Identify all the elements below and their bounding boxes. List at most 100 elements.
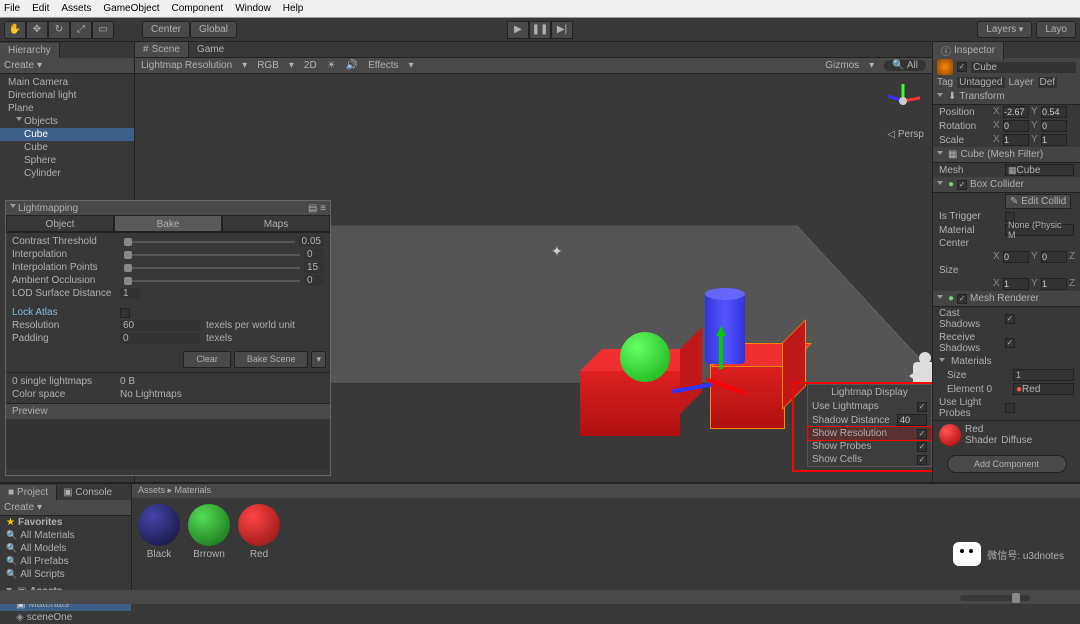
hierarchy-item[interactable]: Plane [0,102,134,115]
audio-toggle[interactable]: 🔊 [346,60,358,71]
interp-slider[interactable] [124,254,300,256]
preview-header[interactable]: Preview [6,403,330,419]
maps-tab[interactable]: Maps [222,215,330,232]
bake-tab[interactable]: Bake [114,215,222,232]
y-axis-gizmo[interactable] [719,329,723,369]
fav-item[interactable]: All Scripts [20,569,64,580]
menu-assets[interactable]: Assets [61,3,91,14]
object-tab[interactable]: Object [6,215,114,232]
game-tab[interactable]: Game [189,42,232,57]
layers-dropdown[interactable]: Layers ▾ [977,21,1032,38]
render-mode-dropdown[interactable]: Lightmap Resolution [141,60,232,71]
boxcollider-header[interactable]: ● ✓Box Collider [933,177,1080,193]
menu-edit[interactable]: Edit [32,3,49,14]
material-item[interactable]: Red [238,504,280,560]
rot-y[interactable] [1041,120,1067,132]
inspector-tab[interactable]: ⓘ Inspector [933,42,1004,60]
lock-atlas-checkbox[interactable] [120,308,130,318]
mesh-field[interactable]: ▦ Cube [1005,164,1074,176]
move-tool[interactable]: ✥ [26,21,48,39]
step-button[interactable]: ▶| [551,21,573,39]
scale-x[interactable] [1003,134,1029,146]
hierarchy-item[interactable]: Directional light [0,89,134,102]
effects-dropdown[interactable]: Effects [368,60,398,71]
folder-item[interactable]: sceneOne [27,612,73,623]
ao-slider[interactable] [124,280,300,282]
hierarchy-item[interactable]: Main Camera [0,76,134,89]
scale-y[interactable] [1041,134,1067,146]
object-name-field[interactable]: Cube [971,62,1076,73]
console-tab[interactable]: ▣ Console [57,485,118,500]
meshrenderer-header[interactable]: ● ✓Mesh Renderer [933,291,1080,307]
castshadows-checkbox[interactable]: ✓ [1005,314,1015,324]
fav-item[interactable]: All Materials [20,530,74,541]
show-probes-checkbox[interactable]: ✓ [917,442,927,452]
hierarchy-item[interactable]: Cylinder [0,167,134,180]
layout-dropdown[interactable]: Layo [1036,21,1076,38]
hierarchy-item[interactable]: Sphere [0,154,134,167]
material-item[interactable]: Brrown [188,504,230,560]
2d-toggle[interactable]: 2D [304,60,317,71]
scale-tool[interactable]: ⤢ [70,21,92,39]
shadow-distance-field[interactable] [897,414,927,426]
thumbnail-size-slider[interactable] [960,595,1030,601]
hierarchy-item[interactable]: Cube [0,128,134,141]
contrast-slider[interactable] [124,241,295,243]
center-x[interactable] [1003,251,1029,263]
fav-item[interactable]: All Prefabs [20,556,68,567]
transform-header[interactable]: ⬇ Transform [933,89,1080,105]
hierarchy-item[interactable]: Cube [0,141,134,154]
rgb-dropdown[interactable]: RGB [257,60,279,71]
show-cells-checkbox[interactable]: ✓ [917,455,927,465]
pause-button[interactable]: ❚❚ [529,21,551,39]
axis-widget[interactable] [882,80,924,122]
use-lightmaps-checkbox[interactable]: ✓ [917,402,927,412]
edit-collider-button[interactable]: ✎ Edit Collid [1005,194,1071,209]
favorites-header[interactable]: Favorites [18,517,62,528]
scene-tab[interactable]: # Scene [135,42,189,57]
light-toggle[interactable]: ☀ [327,60,336,71]
hierarchy-item[interactable]: Objects [0,115,134,128]
menu-window[interactable]: Window [235,3,271,14]
meshfilter-header[interactable]: ▦ Cube (Mesh Filter) [933,147,1080,163]
resolution-field[interactable]: 60 [120,320,200,331]
search-field[interactable]: 🔍 All [884,60,926,71]
size-y[interactable] [1041,278,1067,290]
create-dropdown[interactable]: Create [4,60,34,71]
physmat-field[interactable]: None (Physic M [1005,224,1074,236]
center-y[interactable] [1041,251,1067,263]
size-x[interactable] [1003,278,1029,290]
mat-size[interactable]: 1 [1013,369,1074,381]
add-component-button[interactable]: Add Component [947,455,1067,473]
gizmos-dropdown[interactable]: Gizmos [825,60,859,71]
menu-component[interactable]: Component [172,3,224,14]
pos-y[interactable] [1041,106,1067,118]
padding-field[interactable]: 0 [120,333,200,344]
rotate-tool[interactable]: ↻ [48,21,70,39]
space-toggle[interactable]: Global [190,21,237,38]
fav-item[interactable]: All Models [20,543,66,554]
menu-gameobject[interactable]: GameObject [103,3,159,14]
show-resolution-checkbox[interactable]: ✓ [917,429,927,439]
active-checkbox[interactable]: ✓ [957,62,967,72]
tag-dropdown[interactable]: Untagged [957,77,1004,88]
material-item[interactable]: Black [138,504,180,560]
create-dropdown[interactable]: Create [4,502,34,513]
mat-element0[interactable]: ● Red [1013,383,1074,395]
layer-dropdown[interactable]: Def [1038,77,1058,88]
play-button[interactable]: ▶ [507,21,529,39]
hierarchy-tab[interactable]: Hierarchy [0,43,60,58]
pos-x[interactable] [1003,106,1029,118]
window-menu-icon[interactable]: ▤ ≡ [308,203,326,214]
lightprobes-checkbox[interactable] [1005,403,1015,413]
menu-help[interactable]: Help [283,3,304,14]
hand-tool[interactable]: ✋ [4,21,26,39]
lod-field[interactable]: 1 [120,288,140,299]
bake-scene-button[interactable]: Bake Scene [234,351,309,368]
pivot-toggle[interactable]: Center [142,21,190,38]
breadcrumb[interactable]: Assets ▸ Materials [132,484,1080,498]
rot-x[interactable] [1003,120,1029,132]
project-tab[interactable]: ■ Project [0,485,57,500]
menu-file[interactable]: File [4,3,20,14]
shader-dropdown[interactable]: Diffuse [1001,435,1074,446]
